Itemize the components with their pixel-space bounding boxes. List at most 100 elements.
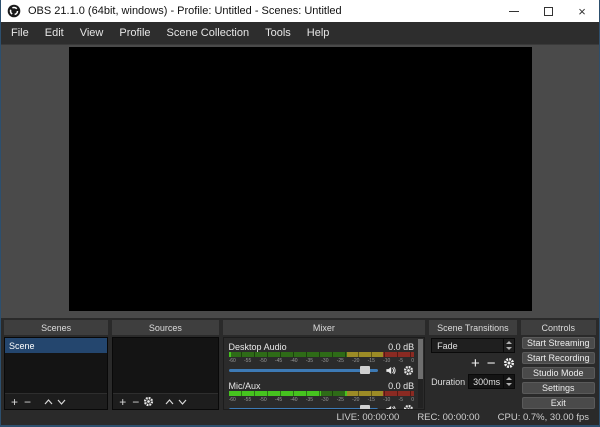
tick-label: -55: [244, 357, 252, 364]
menubar: File Edit View Profile Scene Collection …: [1, 22, 599, 44]
chevron-down-icon: [178, 399, 187, 405]
exit-button[interactable]: Exit: [521, 397, 595, 409]
scenes-list: Scene: [5, 338, 108, 393]
tick-label: -25: [336, 357, 344, 364]
tick-label: -5: [398, 357, 403, 364]
chevron-up-icon: [165, 398, 174, 404]
combo-spinner[interactable]: [502, 339, 514, 352]
add-scene-button[interactable]: +: [8, 396, 21, 408]
tick-label: -60: [228, 396, 236, 403]
tick-label: -35: [305, 396, 314, 403]
chevron-up-icon: [44, 398, 53, 404]
speaker-icon: [386, 405, 396, 409]
transition-properties-button[interactable]: [503, 357, 515, 369]
menu-profile[interactable]: Profile: [111, 22, 158, 44]
tick-label: -35: [305, 357, 314, 364]
db-scale: -60 -55 -50 -45 -40 -35 -30 -25 -20 -15 -10 -5 0: [229, 357, 415, 364]
slider-handle[interactable]: [360, 366, 371, 374]
tick-label: -50: [259, 357, 267, 364]
spinner-down-icon: [505, 382, 512, 386]
channel-settings-button[interactable]: [402, 364, 414, 376]
settings-button[interactable]: Settings: [521, 382, 595, 394]
sources-panel: Sources + −: [112, 320, 219, 410]
duration-row: Duration 300ms: [431, 374, 515, 389]
remove-transition-button[interactable]: −: [487, 356, 496, 371]
sources-toolbar: + −: [113, 393, 218, 409]
start-recording-button[interactable]: Start Recording: [521, 352, 595, 364]
spinner-down-icon: [505, 346, 512, 350]
scene-down-button[interactable]: [55, 399, 68, 405]
tick-label: -15: [367, 357, 375, 364]
transition-select[interactable]: Fade: [431, 338, 515, 353]
chevron-down-icon: [57, 399, 66, 405]
window-title: OBS 21.1.0 (64bit, windows) - Profile: U…: [28, 5, 342, 17]
scene-list-item[interactable]: Scene: [5, 338, 108, 353]
duration-input[interactable]: 300ms: [468, 374, 515, 389]
statusbar: LIVE: 00:00:00 REC: 00:00:00 CPU: 0.7%, …: [1, 410, 599, 425]
tick-label: -40: [290, 357, 298, 364]
volume-slider[interactable]: [228, 366, 379, 374]
remove-source-button[interactable]: −: [129, 396, 142, 408]
channel-settings-button[interactable]: [402, 403, 414, 409]
spinner-up-icon: [505, 377, 512, 381]
menu-tools[interactable]: Tools: [257, 22, 299, 44]
db-scale: -60 -55 -50 -45 -40 -35 -30 -25 -20 -15 -10 -5 0: [229, 396, 415, 403]
add-source-button[interactable]: +: [116, 396, 129, 408]
minimize-button[interactable]: [497, 0, 531, 22]
tick-label: -5: [398, 396, 403, 403]
channel-level: 0.0 dB: [388, 341, 415, 352]
window-controls: ×: [497, 0, 599, 22]
tick-label: -30: [321, 396, 329, 403]
tick-label: -10: [383, 396, 391, 403]
menu-scene-collection[interactable]: Scene Collection: [159, 22, 258, 44]
source-properties-button[interactable]: [142, 396, 155, 407]
gear-icon: [403, 404, 413, 409]
slider-handle[interactable]: [360, 405, 371, 409]
source-up-button[interactable]: [163, 398, 176, 405]
source-down-button[interactable]: [176, 399, 189, 405]
mixer-channel-mic-aux: Mic/Aux 0.0 dB -60 -55 -50 -45 -40 -35 -30 -25-…: [228, 380, 415, 409]
transition-selected-value: Fade: [437, 340, 458, 351]
remove-scene-button[interactable]: −: [21, 396, 34, 408]
duration-spinner[interactable]: [502, 375, 514, 388]
studio-mode-button[interactable]: Studio Mode: [521, 367, 595, 379]
tick-label: -60: [228, 357, 236, 364]
cpu-status: CPU: 0.7%, 30.00 fps: [497, 412, 589, 423]
scene-up-button[interactable]: [42, 398, 55, 405]
tick-label: -40: [290, 396, 298, 403]
menu-view[interactable]: View: [72, 22, 112, 44]
scene-transitions-panel: Scene Transitions Fade + − Duration 300m…: [429, 320, 517, 410]
mute-button[interactable]: [384, 364, 396, 376]
close-button[interactable]: ×: [565, 0, 599, 22]
gear-icon: [503, 357, 514, 369]
speaker-icon: [386, 366, 396, 374]
duration-label: Duration: [431, 376, 466, 387]
volume-slider[interactable]: [228, 405, 379, 409]
channel-level: 0.0 dB: [388, 380, 415, 391]
tick-label: 0: [411, 396, 414, 403]
start-streaming-button[interactable]: Start Streaming: [521, 337, 595, 349]
add-transition-button[interactable]: +: [471, 356, 480, 371]
menu-help[interactable]: Help: [299, 22, 338, 44]
sources-panel-title: Sources: [112, 320, 219, 335]
channel-name: Desktop Audio: [228, 341, 287, 352]
scenes-panel: Scenes Scene + −: [4, 320, 109, 410]
duration-value: 300ms: [473, 376, 501, 387]
tick-label: -20: [352, 396, 360, 403]
mute-button[interactable]: [384, 403, 396, 409]
rec-status: REC: 00:00:00: [417, 412, 480, 423]
gear-icon: [144, 396, 154, 407]
menu-file[interactable]: File: [3, 22, 37, 44]
preview-canvas: [68, 47, 532, 311]
menu-edit[interactable]: Edit: [37, 22, 72, 44]
tick-label: -45: [274, 357, 283, 364]
obs-logo-icon: [7, 4, 21, 18]
mixer-channel-desktop-audio: Desktop Audio 0.0 dB -60 -55 -50 -45 -40 -35 -…: [228, 341, 415, 376]
gear-icon: [403, 365, 413, 375]
maximize-button[interactable]: [531, 0, 565, 22]
scenes-panel-title: Scenes: [4, 320, 109, 335]
scrollbar-thumb[interactable]: [418, 339, 424, 380]
mixer-scrollbar[interactable]: [418, 339, 424, 408]
maximize-icon: [543, 6, 553, 16]
channel-name: Mic/Aux: [228, 380, 261, 391]
